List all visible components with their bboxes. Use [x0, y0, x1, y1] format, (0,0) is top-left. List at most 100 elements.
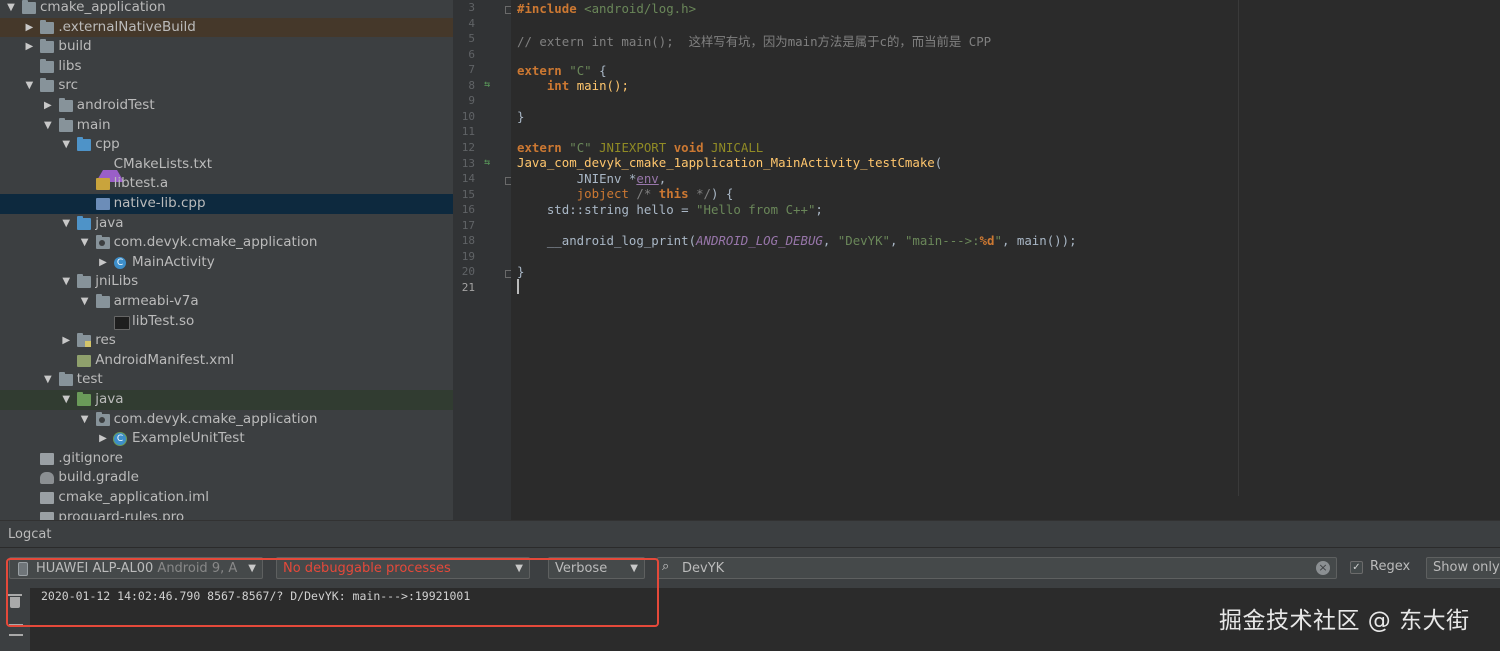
tree-item[interactable]: build.gradle — [0, 468, 453, 488]
line-number: 10 — [461, 109, 475, 123]
tree-item[interactable]: ▼ armeabi-v7a — [0, 292, 453, 312]
tree-item-label: java — [95, 391, 124, 407]
tree-item[interactable]: ▼ cpp — [0, 135, 453, 155]
tree-item-label: main — [76, 116, 111, 133]
tree-item[interactable]: libs — [0, 57, 453, 77]
file-icon — [40, 492, 55, 504]
tree-item[interactable]: libtest.a — [0, 174, 453, 194]
file-icon — [40, 511, 55, 520]
navigate-declaration-icon[interactable]: ⇆ — [484, 157, 490, 168]
expand-arrow-icon[interactable]: ▼ — [23, 76, 35, 96]
tree-item[interactable]: ▼ com.devyk.cmake_application — [0, 410, 453, 430]
tree-item[interactable]: ▼ com.devyk.cmake_application — [0, 233, 453, 253]
code-line-7: extern "C" { — [517, 63, 607, 78]
tree-item-label: libTest.so — [132, 312, 195, 329]
text-cursor — [517, 279, 519, 294]
collapse-arrow-icon[interactable]: ▶ — [42, 96, 54, 116]
tree-item[interactable]: ▶ build — [0, 37, 453, 57]
clear-search-icon[interactable]: × — [1316, 561, 1330, 575]
resource-folder-icon — [77, 333, 92, 348]
tree-item[interactable]: CMakeLists.txt — [0, 155, 453, 182]
collapse-arrow-icon[interactable]: ▶ — [23, 18, 35, 38]
line-number: 13 — [461, 156, 475, 170]
tree-item-label: cmake_application.iml — [58, 489, 210, 505]
tree-item-label: jniLibs — [95, 273, 139, 290]
annotation-highlight-box — [6, 558, 659, 627]
tree-item[interactable]: libTest.so — [0, 312, 453, 332]
line-number: 14 — [461, 172, 475, 186]
tree-item-label: res — [95, 332, 116, 349]
line-number: 6 — [468, 47, 475, 61]
logcat-title-bar: Logcat — [0, 520, 1500, 547]
tree-item[interactable]: ▼ test — [0, 370, 453, 390]
folder-icon — [22, 0, 36, 14]
expand-arrow-icon[interactable]: ▼ — [5, 0, 17, 18]
line-number: 15 — [461, 187, 475, 201]
tree-item[interactable]: ▼ src — [0, 76, 453, 96]
code-editor[interactable]: #include <android/log.h> // extern int m… — [511, 0, 1500, 520]
archive-file-icon — [95, 178, 110, 191]
code-line-3: #include <android/log.h> — [517, 1, 697, 16]
tree-item-label: .gitignore — [58, 449, 123, 466]
line-number: 7 — [468, 63, 475, 77]
tree-item[interactable]: proguard-rules.pro — [0, 508, 453, 520]
expand-arrow-icon[interactable]: ▼ — [60, 272, 72, 292]
file-icon — [40, 452, 55, 465]
tree-item[interactable]: .gitignore — [0, 449, 453, 469]
line-number: 8 — [468, 78, 475, 92]
expand-arrow-icon[interactable]: ▼ — [60, 214, 72, 234]
tree-item-label: libs — [58, 57, 82, 74]
expand-arrow-icon[interactable]: ▼ — [42, 116, 54, 136]
line-number: 18 — [461, 234, 475, 248]
test-folder-icon — [77, 392, 92, 406]
xml-file-icon — [77, 354, 92, 367]
folder-icon — [77, 274, 92, 289]
folder-icon — [40, 39, 55, 54]
tree-item-label: CMakeLists.txt — [113, 155, 213, 172]
tree-item[interactable]: ▶ C MainActivity — [0, 253, 453, 273]
expand-arrow-icon[interactable]: ▼ — [60, 135, 72, 155]
logcat-search-box[interactable]: ⌕ × — [657, 557, 1337, 579]
regex-label: Regex — [1370, 559, 1411, 574]
source-folder-icon — [77, 215, 92, 230]
line-number: 9 — [468, 94, 475, 108]
folder-icon — [40, 58, 55, 73]
collapse-arrow-icon[interactable]: ▶ — [97, 253, 109, 273]
tree-item-label: libtest.a — [113, 175, 169, 192]
regex-checkbox[interactable]: ✓ — [1350, 561, 1363, 574]
tree-item[interactable]: ▼ main — [0, 116, 453, 136]
expand-arrow-icon[interactable]: ▼ — [79, 410, 91, 430]
line-number: 12 — [461, 140, 475, 154]
tree-item[interactable]: ▶ res — [0, 331, 453, 351]
tree-item[interactable]: ▼ jniLibs — [0, 272, 453, 292]
project-tree-panel[interactable]: ▼ cmake_application ▶ .externalNativeBuild ▶… — [0, 0, 453, 520]
tree-item[interactable]: ▶ C ExampleUnitTest — [0, 429, 453, 449]
tree-item-label: src — [58, 77, 79, 94]
cpp-file-icon — [95, 198, 110, 210]
tree-item[interactable]: cmake_application.iml — [0, 488, 453, 508]
tree-item[interactable]: native-lib.cpp — [0, 194, 453, 214]
navigate-declaration-icon[interactable]: ⇆ — [484, 79, 490, 90]
editor-gutter: 3 4 5 6 7 8 9 10 11 12 13 14 15 16 17 18 19 20 21 ⇆ ⇆ — [453, 0, 513, 520]
right-margin-guide — [1238, 0, 1239, 496]
line-number: 21 — [461, 280, 475, 294]
tree-item[interactable]: ▼ java — [0, 214, 453, 234]
collapse-arrow-icon[interactable]: ▶ — [60, 331, 72, 351]
tree-item[interactable]: ▼ java — [0, 390, 453, 410]
expand-arrow-icon[interactable]: ▼ — [79, 292, 91, 312]
line-number: 20 — [461, 265, 475, 279]
logcat-search-input[interactable] — [682, 558, 1302, 578]
collapse-arrow-icon[interactable]: ▶ — [97, 429, 109, 449]
code-line-18: __android_log_print(ANDROID_LOG_DEBUG, "… — [546, 233, 1077, 248]
tree-item[interactable]: AndroidManifest.xml — [0, 351, 453, 371]
tree-item[interactable]: ▼ cmake_application — [0, 0, 453, 18]
code-line-12: extern "C" JNIEXPORT void JNICALL — [517, 140, 764, 155]
tree-item[interactable]: ▶ .externalNativeBuild — [0, 17, 453, 38]
expand-arrow-icon[interactable]: ▼ — [60, 390, 72, 410]
collapse-arrow-icon[interactable]: ▶ — [23, 37, 35, 57]
tree-item[interactable]: ▶ androidTest — [0, 96, 453, 116]
expand-arrow-icon[interactable]: ▼ — [42, 370, 54, 390]
tree-item-label: cpp — [95, 136, 120, 153]
show-only-filter-selector[interactable]: Show only — [1426, 557, 1500, 579]
expand-arrow-icon[interactable]: ▼ — [79, 233, 91, 253]
